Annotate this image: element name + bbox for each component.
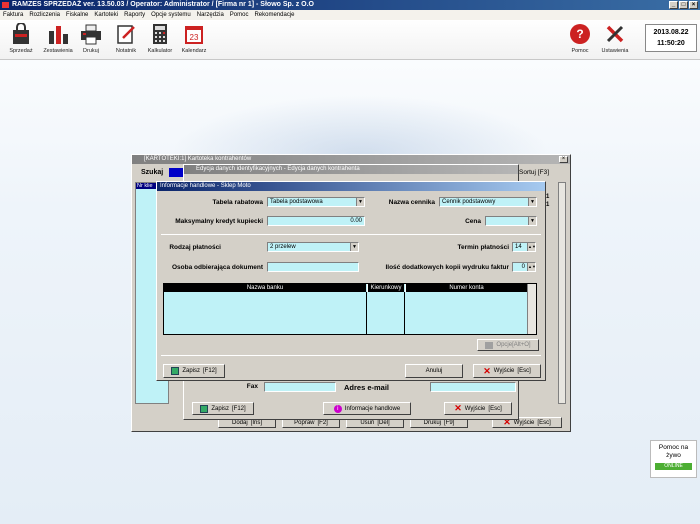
spinner-icon: ▲▼ bbox=[527, 243, 536, 251]
table-scrollbar[interactable] bbox=[527, 284, 536, 334]
calendar-day: 23 bbox=[190, 33, 199, 42]
column-header-nazwa-banku: Nazwa banku bbox=[164, 284, 366, 292]
kartoteka-titlebar: [KARTOTEKI:1] Kartoteka kontrahentów × bbox=[132, 155, 570, 164]
toolbar-sprzedaz[interactable]: Sprzedaż bbox=[3, 23, 39, 54]
window-controls: _ □ × bbox=[669, 1, 698, 9]
chevron-down-icon: ▼ bbox=[356, 198, 364, 206]
save-icon bbox=[200, 404, 209, 413]
app-title: RAMZES SPRZEDAŻ ver. 13.50.03 / Operator… bbox=[12, 1, 314, 8]
toolbar-zestawienia[interactable]: Zestawienia bbox=[40, 23, 76, 54]
chevron-down-icon: ▼ bbox=[350, 243, 358, 251]
kartoteka-scrollbar[interactable] bbox=[558, 182, 566, 404]
live-help-widget[interactable]: Pomoc na żywo ONLINE bbox=[650, 440, 697, 478]
divider bbox=[161, 234, 541, 235]
column-header-numer-konta: Numer konta bbox=[405, 284, 527, 292]
search-label: Szukaj bbox=[141, 169, 164, 176]
email-label: Adres e-mail bbox=[344, 383, 390, 392]
opcje-button[interactable]: Opcje[Alt+O] bbox=[477, 339, 539, 351]
edycja-wyjscie-button[interactable]: ✕ Wyjście [Esc] bbox=[444, 402, 512, 415]
shopping-bag-icon bbox=[13, 23, 29, 44]
info-zapisz-button[interactable]: Zapisz [F12] bbox=[163, 364, 225, 378]
kredyt-kupiecki-label: Maksymalny kredyt kupiecki bbox=[175, 218, 263, 225]
bank-accounts-table[interactable]: Nazwa banku Kierunkowy Numer konta bbox=[163, 283, 537, 335]
termin-platnosci-stepper[interactable]: 14 ▲▼ bbox=[512, 242, 536, 252]
help-widget-line2: żywo bbox=[666, 452, 681, 459]
tabela-rabatowa-select[interactable]: Tabela podstawowa ▼ bbox=[267, 197, 365, 207]
menu-pomoc[interactable]: Pomoc bbox=[230, 10, 249, 20]
tabela-rabatowa-label: Tabela rabatowa bbox=[212, 199, 263, 206]
spinner-icon: ▲▼ bbox=[527, 263, 536, 271]
cena-label: Cena bbox=[465, 218, 481, 225]
menu-bar: Faktura Rozliczenia Fiskalne Kartoteki R… bbox=[0, 10, 700, 20]
termin-platnosci-label: Termin płatności bbox=[457, 244, 509, 251]
online-status-badge: ONLINE bbox=[655, 463, 692, 470]
svg-text:?: ? bbox=[576, 27, 583, 41]
close-button[interactable]: × bbox=[689, 1, 698, 9]
email-input[interactable] bbox=[430, 382, 516, 392]
help-widget-line1: Pomoc na bbox=[658, 444, 689, 451]
kopie-faktur-label: Ilość dodatkowych kopii wydruku faktur bbox=[385, 264, 509, 271]
toolbar-drukuj[interactable]: Drukuj bbox=[73, 23, 109, 54]
save-icon bbox=[171, 367, 180, 375]
minimize-button[interactable]: _ bbox=[669, 1, 678, 9]
nazwa-cennika-select[interactable]: Cennik podstawowy ▼ bbox=[439, 197, 537, 207]
informacje-titlebar: Informacje handlowe - Sklep Moto bbox=[157, 182, 545, 191]
osoba-odbierajaca-label: Osoba odbierająca dokument bbox=[171, 264, 263, 271]
wrench-icon bbox=[606, 25, 624, 43]
menu-rekomendacje[interactable]: Rekomendacje bbox=[254, 10, 294, 20]
fax-input[interactable] bbox=[264, 382, 336, 392]
menu-kartoteki[interactable]: Kartoteki bbox=[94, 10, 118, 20]
info-wyjscie-button[interactable]: ✕ Wyjście [Esc] bbox=[473, 364, 541, 378]
edycja-titlebar: Edycja danych identyfikacyjnych - Edycja… bbox=[184, 165, 518, 174]
kredyt-kupiecki-input[interactable]: 0.00 bbox=[267, 216, 365, 226]
osoba-odbierajaca-input[interactable] bbox=[267, 262, 359, 272]
help-icon: ? bbox=[570, 24, 590, 44]
toolbar-pomoc[interactable]: ? Pomoc bbox=[562, 23, 598, 54]
calendar-icon: 23 bbox=[185, 26, 203, 44]
exit-x-icon: ✕ bbox=[454, 403, 462, 413]
column-header-kierunkowy: Kierunkowy bbox=[367, 284, 404, 292]
menu-fiskalne[interactable]: Fiskalne bbox=[66, 10, 88, 20]
informacje-handlowe-dialog: Informacje handlowe - Sklep Moto Tabela … bbox=[156, 181, 546, 381]
printer-icon bbox=[81, 24, 101, 45]
app-titlebar: RAMZES SPRZEDAŻ ver. 13.50.03 / Operator… bbox=[0, 0, 700, 10]
toolbar-kalendarz[interactable]: 23 Kalendarz bbox=[176, 23, 212, 54]
info-icon: i bbox=[333, 404, 342, 413]
current-date: 2013.08.22 bbox=[653, 29, 689, 36]
rodzaj-platnosci-select[interactable]: 2 przelew ▼ bbox=[267, 242, 359, 252]
toolbar-notatnik[interactable]: Notatnik bbox=[108, 23, 144, 54]
info-anuluj-button[interactable]: Anuluj bbox=[405, 364, 463, 378]
rodzaj-platnosci-label: Rodzaj płatności bbox=[169, 244, 221, 251]
menu-faktura[interactable]: Faktura bbox=[3, 10, 23, 20]
bar-chart-icon bbox=[49, 26, 68, 44]
sort-button[interactable]: Sortuj [F3] bbox=[519, 169, 549, 176]
menu-opcje-systemu[interactable]: Opcje systemu bbox=[151, 10, 191, 20]
kopie-faktur-stepper[interactable]: 0 ▲▼ bbox=[512, 262, 536, 272]
toolbar-kalkulator[interactable]: Kalkulator bbox=[142, 23, 178, 54]
divider bbox=[161, 355, 541, 356]
exit-x-icon: ✕ bbox=[483, 365, 491, 376]
informacje-handlowe-button[interactable]: i Informacje handlowe bbox=[323, 402, 411, 415]
maximize-button[interactable]: □ bbox=[679, 1, 688, 9]
chevron-down-icon: ▼ bbox=[528, 198, 536, 206]
nazwa-cennika-label: Nazwa cennika bbox=[388, 199, 435, 206]
app-icon bbox=[2, 2, 9, 8]
menu-rozliczenia[interactable]: Rozliczenia bbox=[29, 10, 60, 20]
toolbar-ustawienia[interactable]: Ustawienia bbox=[597, 23, 633, 54]
edycja-zapisz-button[interactable]: Zapisz [F12] bbox=[192, 402, 254, 415]
date-time-display: 2013.08.22 11:50:20 bbox=[645, 24, 697, 52]
chevron-down-icon: ▼ bbox=[528, 217, 536, 225]
current-time: 11:50:20 bbox=[657, 40, 685, 47]
cena-select[interactable]: ▼ bbox=[485, 216, 537, 226]
calculator-icon bbox=[153, 24, 167, 44]
toolbar: Sprzedaż Zestawienia Drukuj Notatnik Kal… bbox=[0, 20, 700, 60]
kartoteka-close-button[interactable]: × bbox=[559, 156, 568, 163]
menu-raporty[interactable]: Raporty bbox=[124, 10, 145, 20]
notepad-icon bbox=[117, 25, 135, 44]
menu-narzedzia[interactable]: Narzędzia bbox=[197, 10, 224, 20]
options-icon bbox=[485, 341, 494, 349]
fax-label: Fax bbox=[246, 383, 258, 390]
